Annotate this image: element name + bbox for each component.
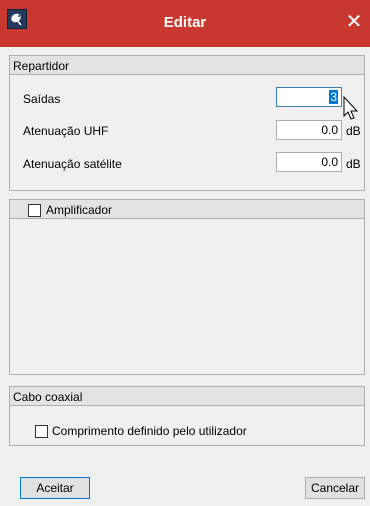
comprimento-checkbox[interactable] [35,425,48,438]
amplificador-group [9,199,365,375]
title-bar[interactable]: Editar ✕ [0,0,370,47]
amplificador-label[interactable]: Amplificador [46,203,112,217]
saidas-input[interactable]: 3 [276,87,342,107]
cabo-coaxial-group-header: Cabo coaxial [10,387,364,406]
atenuacao-uhf-label: Atenuação UHF [23,124,109,138]
close-button[interactable]: ✕ [340,8,368,36]
atenuacao-uhf-input[interactable]: 0.0 [276,120,342,140]
repartidor-group-header: Repartidor [10,56,364,75]
atenuacao-uhf-value: 0.0 [321,123,338,137]
accept-button[interactable]: Aceitar [20,477,90,499]
saidas-value: 3 [329,90,338,104]
comprimento-label[interactable]: Comprimento definido pelo utilizador [52,424,247,438]
mouse-cursor-icon [343,96,359,120]
cancel-button[interactable]: Cancelar [305,477,365,499]
window-title: Editar [163,14,207,31]
saidas-label: Saídas [23,92,61,106]
edit-dialog: Editar ✕ Repartidor Saídas 3 Atenuação U… [0,0,370,506]
atenuacao-satelite-label: Atenuação satélite [23,157,122,171]
atenuacao-uhf-unit: dB [346,124,361,138]
repartidor-title: Repartidor [13,59,70,73]
atenuacao-satelite-unit: dB [346,157,361,171]
cabo-coaxial-title: Cabo coaxial [13,390,83,404]
atenuacao-satelite-input[interactable]: 0.0 [276,152,342,172]
atenuacao-satelite-value: 0.0 [321,155,338,169]
amplificador-checkbox[interactable] [28,204,41,217]
